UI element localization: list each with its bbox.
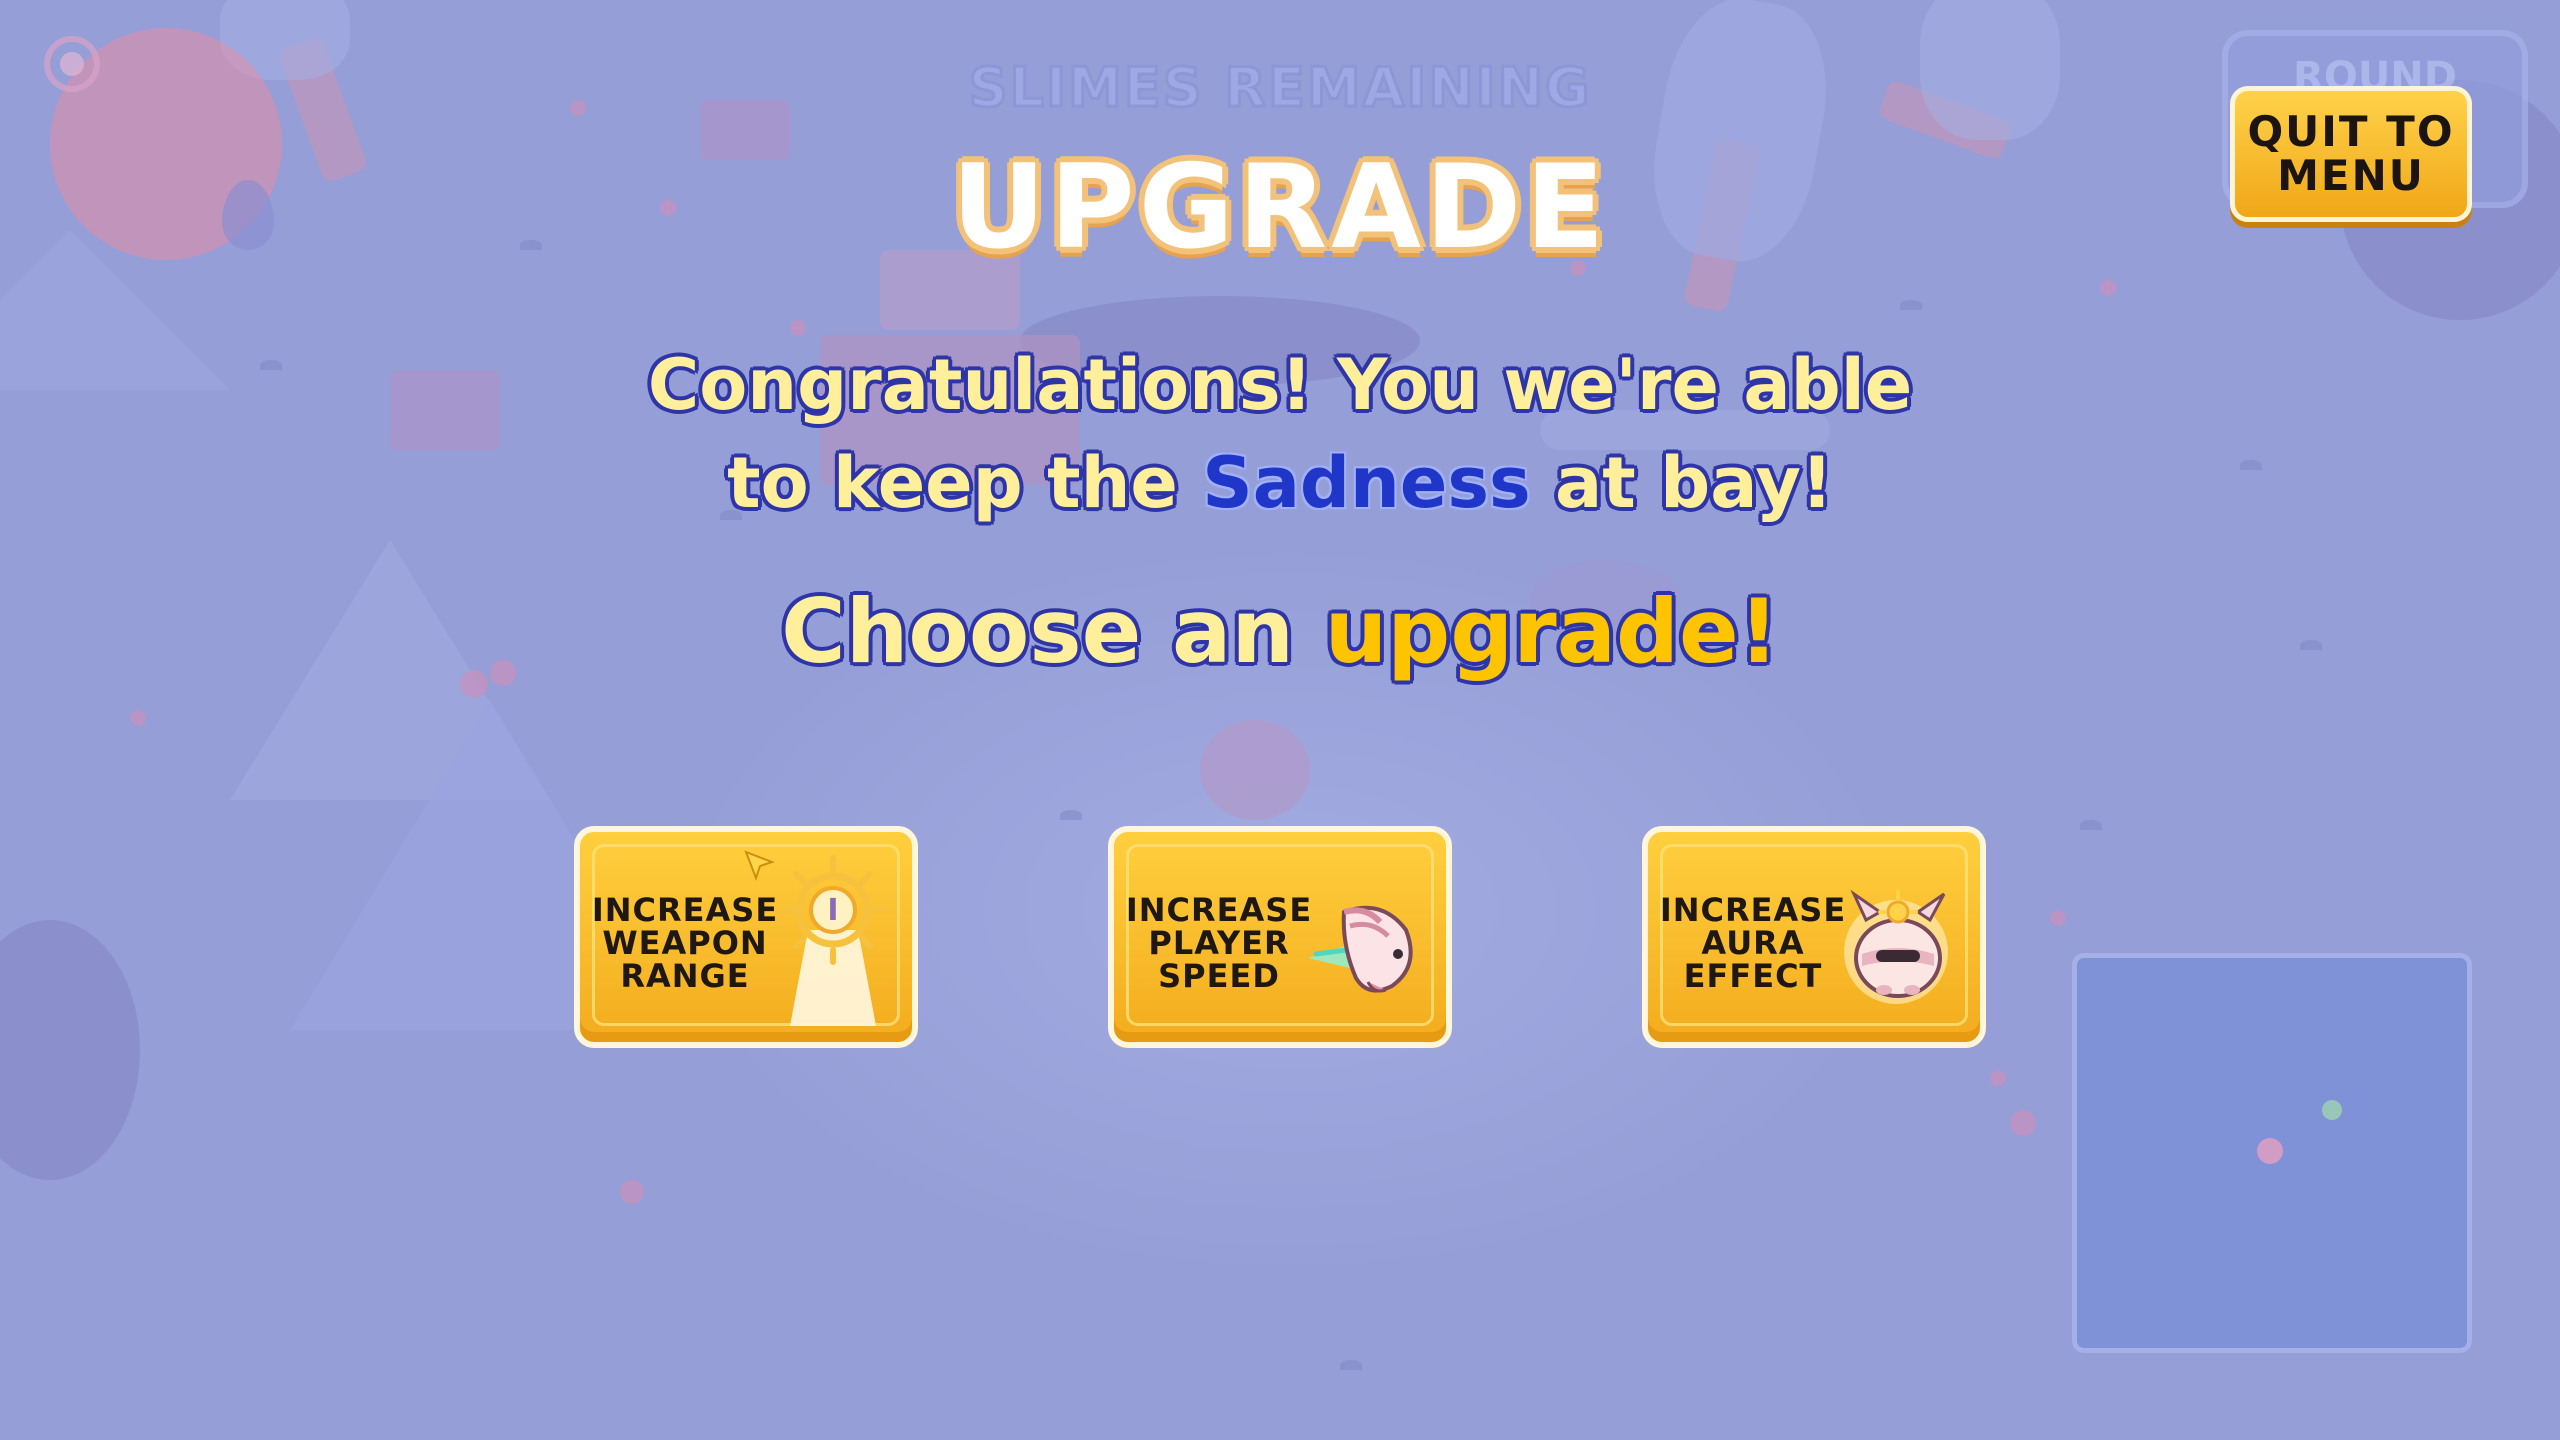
- congrats-line-2-end: at bay!: [1530, 442, 1833, 524]
- upgrade-card-label: INCREASE PLAYER SPEED: [1125, 891, 1313, 995]
- choose-upgrade-prompt: Choose an upgrade!: [0, 580, 2560, 683]
- congratulations-message: Congratulations! You we're able to keep …: [560, 336, 2000, 532]
- upgrade-title: UPGRADE: [951, 140, 1609, 275]
- minimap-enemy-dot: [2322, 1100, 2342, 1120]
- upgrade-card-player-speed[interactable]: INCREASE PLAYER SPEED: [1108, 826, 1452, 1048]
- upgrade-card-aura-effect[interactable]: INCREASE AURA EFFECT: [1642, 826, 1986, 1048]
- congrats-line-2-start: to keep the: [727, 442, 1203, 524]
- player-speed-icon: [1308, 905, 1413, 993]
- choose-accent: upgrade!: [1324, 580, 1779, 683]
- minimap-player-dot: [2257, 1138, 2283, 1164]
- game-screen: SLIMES REMAINING ROUND QUIT TO MENU UPGR…: [0, 0, 2560, 1440]
- upgrade-card-label: INCREASE WEAPON RANGE: [591, 891, 779, 995]
- upgrade-card-label: INCREASE AURA EFFECT: [1659, 891, 1847, 995]
- sadness-highlight: Sadness: [1202, 442, 1531, 524]
- mouse-cursor-icon: [744, 850, 775, 881]
- choose-prefix: Choose an: [781, 580, 1325, 683]
- minimap: [2072, 953, 2472, 1353]
- weapon-range-icon: I: [779, 855, 887, 1026]
- slimes-remaining-label: SLIMES REMAINING: [967, 55, 1592, 121]
- svg-text:I: I: [827, 893, 838, 928]
- congrats-line-1: Congratulations! You we're able: [647, 344, 1913, 426]
- aura-effect-icon: [1844, 889, 1948, 1004]
